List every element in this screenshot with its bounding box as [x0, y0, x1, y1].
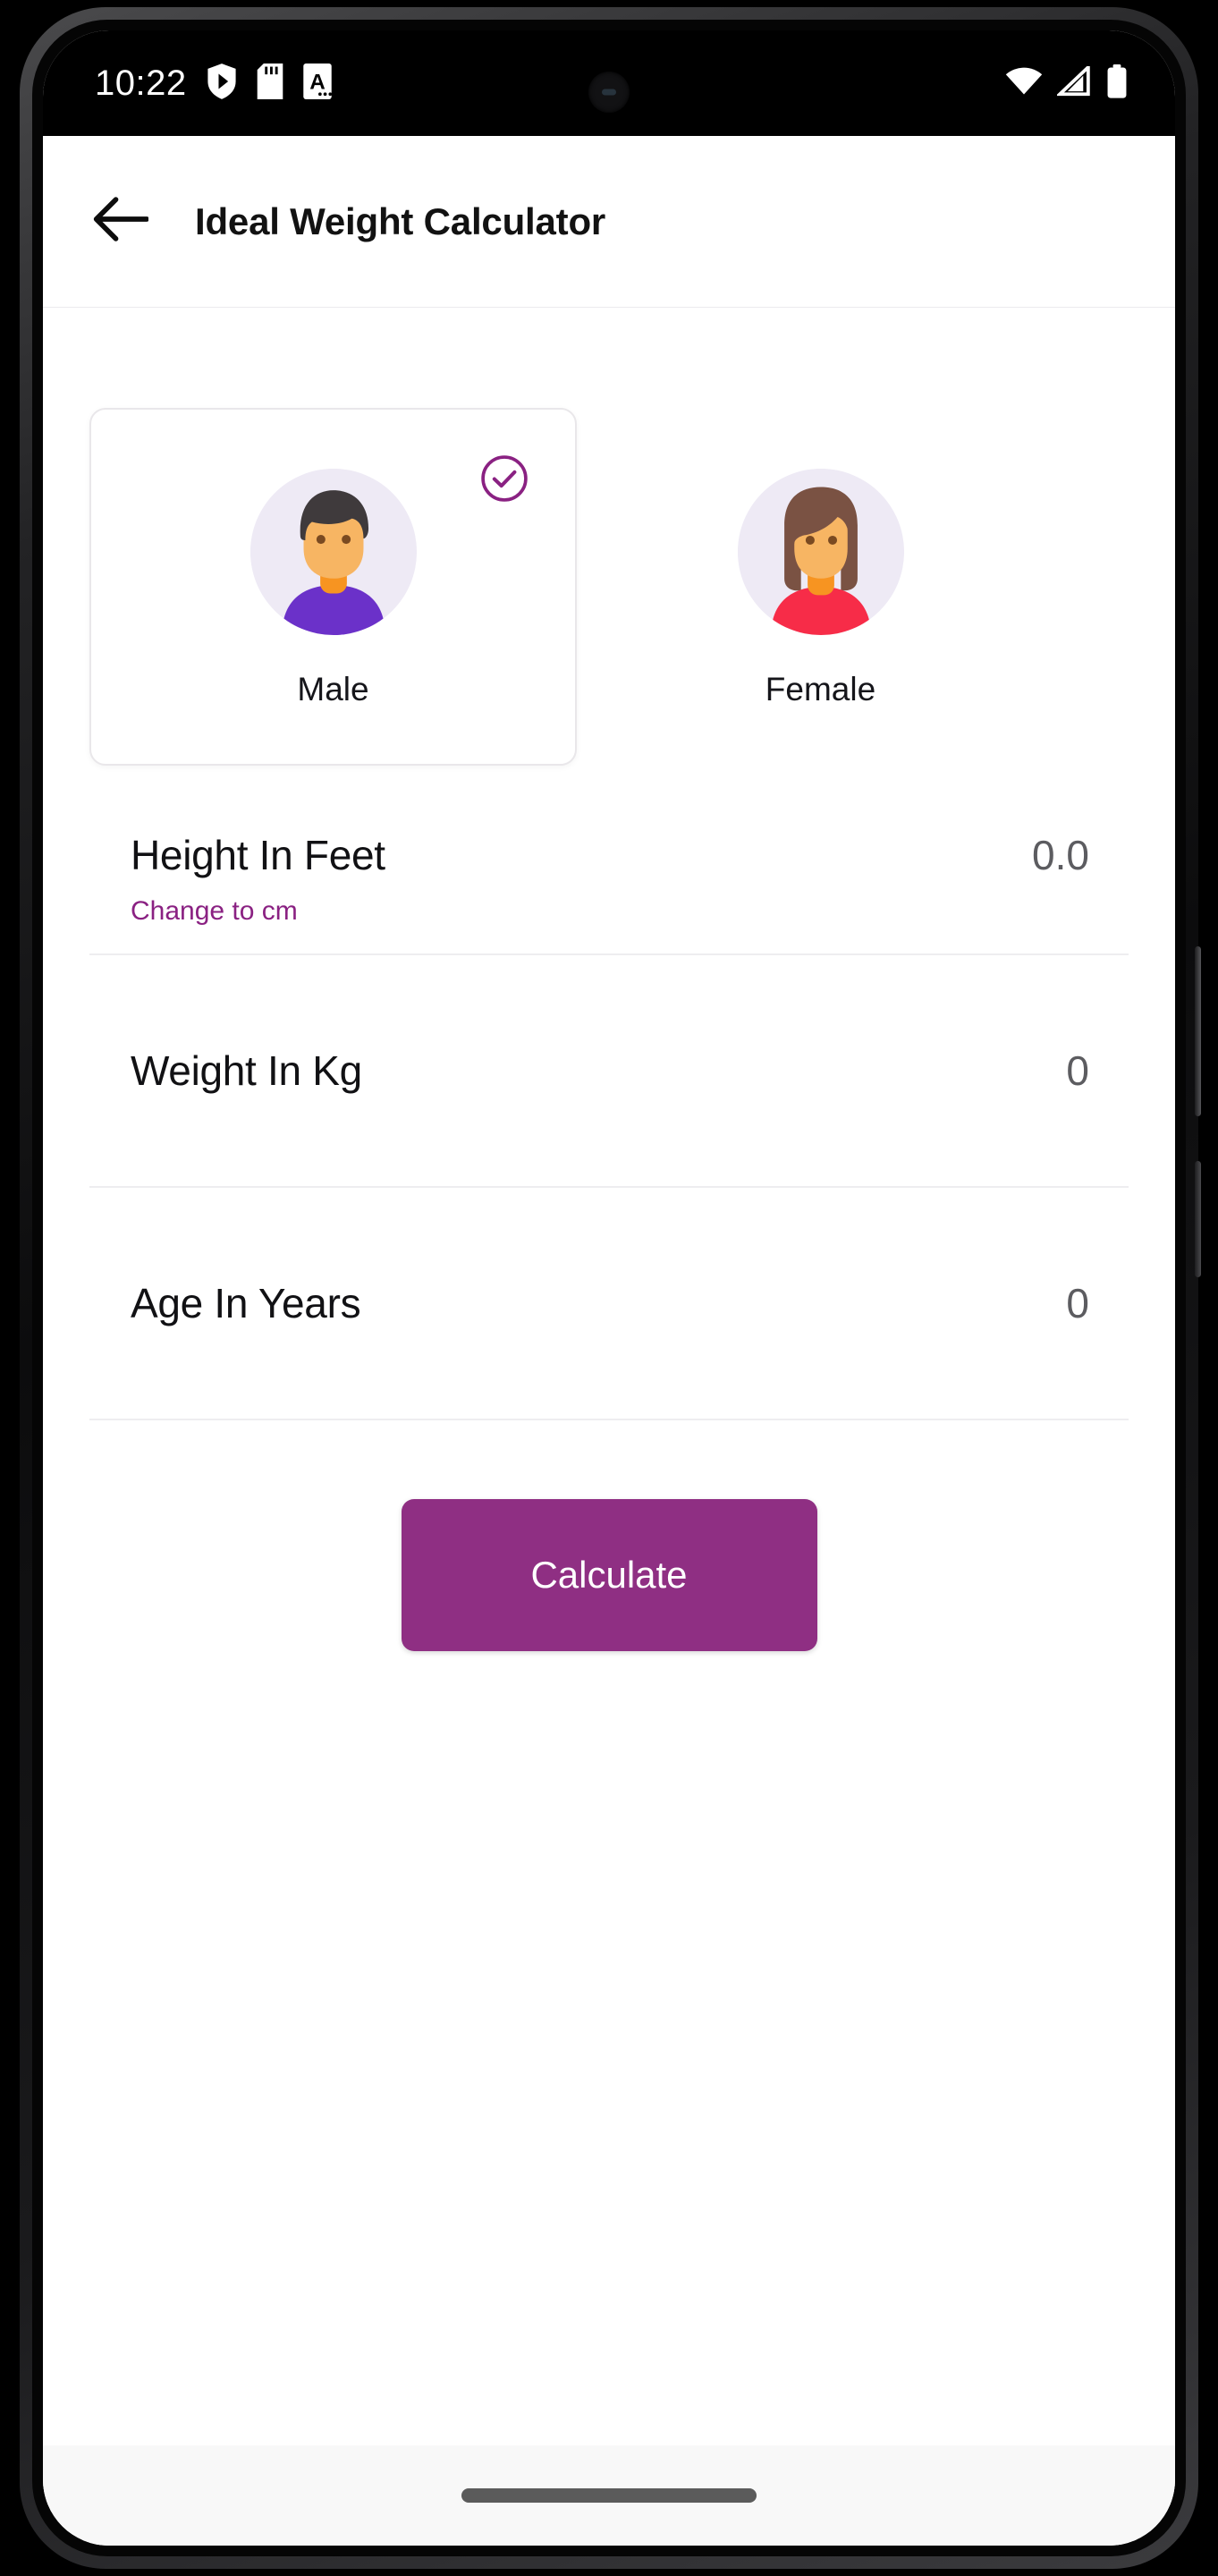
gender-selector: Male Female [89, 308, 1129, 766]
gender-label-female: Female [765, 670, 876, 708]
field-height-main[interactable]: Height In Feet 0.0 [89, 801, 1129, 909]
main-content: Male Female Height In Feet 0.0 Change to… [43, 308, 1175, 2546]
calculate-button-wrapper: Calculate [89, 1499, 1129, 1651]
gender-option-male[interactable]: Male [89, 408, 577, 766]
gender-label-male: Male [297, 670, 369, 708]
field-value-age[interactable]: 0 [1066, 1279, 1089, 1327]
font-a-icon: A [302, 63, 332, 104]
check-circle-icon [480, 454, 529, 503]
change-unit-link[interactable]: Change to cm [131, 896, 298, 926]
front-camera-punch-hole [588, 72, 630, 113]
sd-card-icon [257, 63, 283, 104]
app-bar: Ideal Weight Calculator [43, 136, 1175, 308]
field-row-weight[interactable]: Weight In Kg 0 [89, 955, 1129, 1188]
gesture-navigation-bar [43, 2445, 1175, 2546]
field-value-height[interactable]: 0.0 [1032, 831, 1089, 879]
field-row-height[interactable]: Height In Feet 0.0 Change to cm [89, 801, 1129, 955]
volume-button[interactable] [1195, 1161, 1201, 1277]
battery-icon [1105, 64, 1129, 103]
age-row-top-spacer [89, 1188, 1129, 1236]
back-button[interactable] [89, 191, 152, 253]
age-row-bottom-spacer [89, 1370, 1129, 1419]
phone-screen: 10:22 A Ideal Weight Calculator Male Fem… [43, 30, 1175, 2546]
avatar-female [737, 468, 904, 635]
power-button[interactable] [1195, 946, 1201, 1116]
calculate-button[interactable]: Calculate [401, 1499, 817, 1651]
phone-bezel: 10:22 A Ideal Weight Calculator Male Fem… [32, 20, 1186, 2556]
field-age-main[interactable]: Age In Years 0 [89, 1236, 1129, 1370]
status-bar-clock: 10:22 [95, 64, 187, 103]
status-bar: 10:22 A [43, 30, 1175, 136]
status-bar-right [1005, 63, 1129, 103]
home-gesture-pill[interactable] [461, 2488, 757, 2503]
field-row-age[interactable]: Age In Years 0 [89, 1188, 1129, 1420]
phone-device-frame: 10:22 A Ideal Weight Calculator Male Fem… [20, 7, 1201, 2569]
avatar-male [250, 468, 417, 635]
weight-row-top-spacer [89, 955, 1129, 1004]
cellular-signal-icon [1055, 63, 1091, 101]
play-protect-icon [207, 63, 237, 104]
field-weight-main[interactable]: Weight In Kg 0 [89, 1004, 1129, 1138]
field-label-age: Age In Years [131, 1280, 361, 1326]
wifi-icon [1005, 66, 1043, 101]
gender-option-female[interactable]: Female [577, 408, 1064, 766]
status-bar-left: 10:22 A [95, 63, 1005, 104]
field-height-sub: Change to cm [89, 896, 1129, 953]
field-value-weight[interactable]: 0 [1066, 1046, 1089, 1095]
field-label-height: Height In Feet [131, 832, 385, 878]
field-label-weight: Weight In Kg [131, 1047, 362, 1094]
page-title: Ideal Weight Calculator [195, 199, 606, 242]
measurement-fields: Height In Feet 0.0 Change to cm Weight I… [89, 801, 1129, 1420]
svg-text:A: A [309, 70, 326, 94]
arrow-left-icon [93, 196, 150, 247]
weight-row-bottom-spacer [89, 1138, 1129, 1186]
